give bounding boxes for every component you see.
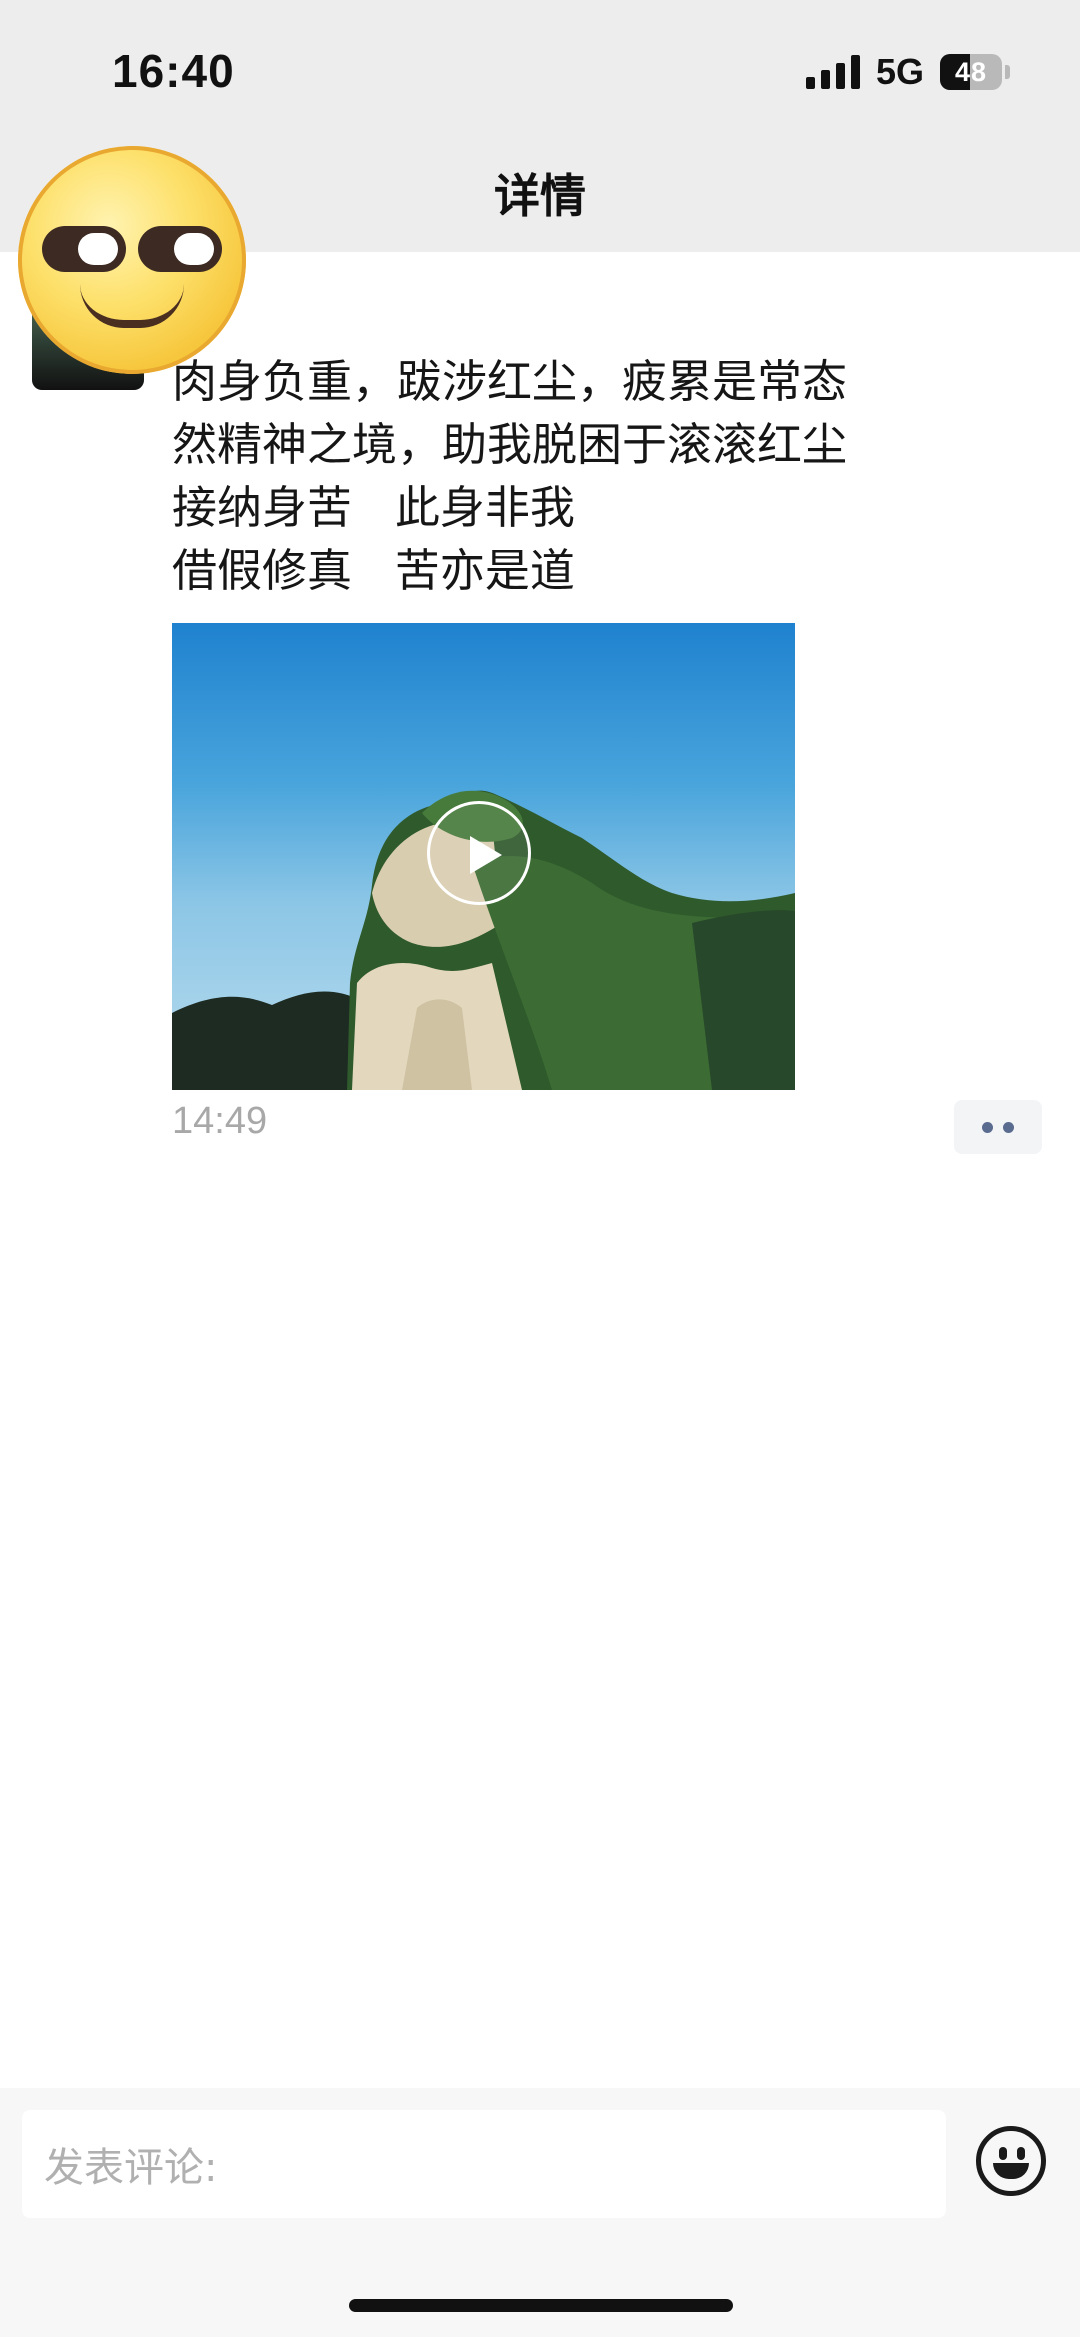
post-line: 然精神之境，助我脱困于滚滚红尘 <box>172 418 848 471</box>
post-line: 借假修真 苦亦是道 <box>172 544 575 597</box>
status-time: 16:40 <box>112 45 235 97</box>
video-thumbnail[interactable] <box>172 623 795 1090</box>
battery-level: 48 <box>954 56 988 87</box>
smiley-icon[interactable] <box>976 2126 1046 2196</box>
comment-placeholder: 发表评论: <box>44 2145 218 2191</box>
play-icon[interactable] <box>427 801 531 905</box>
post-line: 肉身负重，跋涉红尘，疲累是常态 <box>172 355 848 408</box>
battery-icon: 48 <box>940 54 1010 90</box>
post-timestamp: 14:49 <box>172 1100 268 1142</box>
cellular-signal-icon <box>805 55 860 89</box>
home-indicator[interactable] <box>349 2299 733 2312</box>
more-dots-button[interactable] <box>954 1100 1042 1154</box>
smirk-emoji-icon <box>18 146 246 374</box>
moments-detail-screen: 16:40 5G 48 详情 肉身负重，跋涉红尘，疲累是常态 然精神之境，助我脱… <box>0 0 1080 2337</box>
more-dots-icon <box>982 1121 993 1133</box>
post-content: 肉身负重，跋涉红尘，疲累是常态 然精神之境，助我脱困于滚滚红尘 接纳身苦 此身非… <box>172 350 972 602</box>
post-line: 接纳身苦 此身非我 <box>172 481 575 534</box>
comment-input[interactable]: 发表评论: <box>22 2110 946 2218</box>
network-type: 5G <box>875 51 924 92</box>
status-indicators: 5G 48 <box>805 50 1010 94</box>
